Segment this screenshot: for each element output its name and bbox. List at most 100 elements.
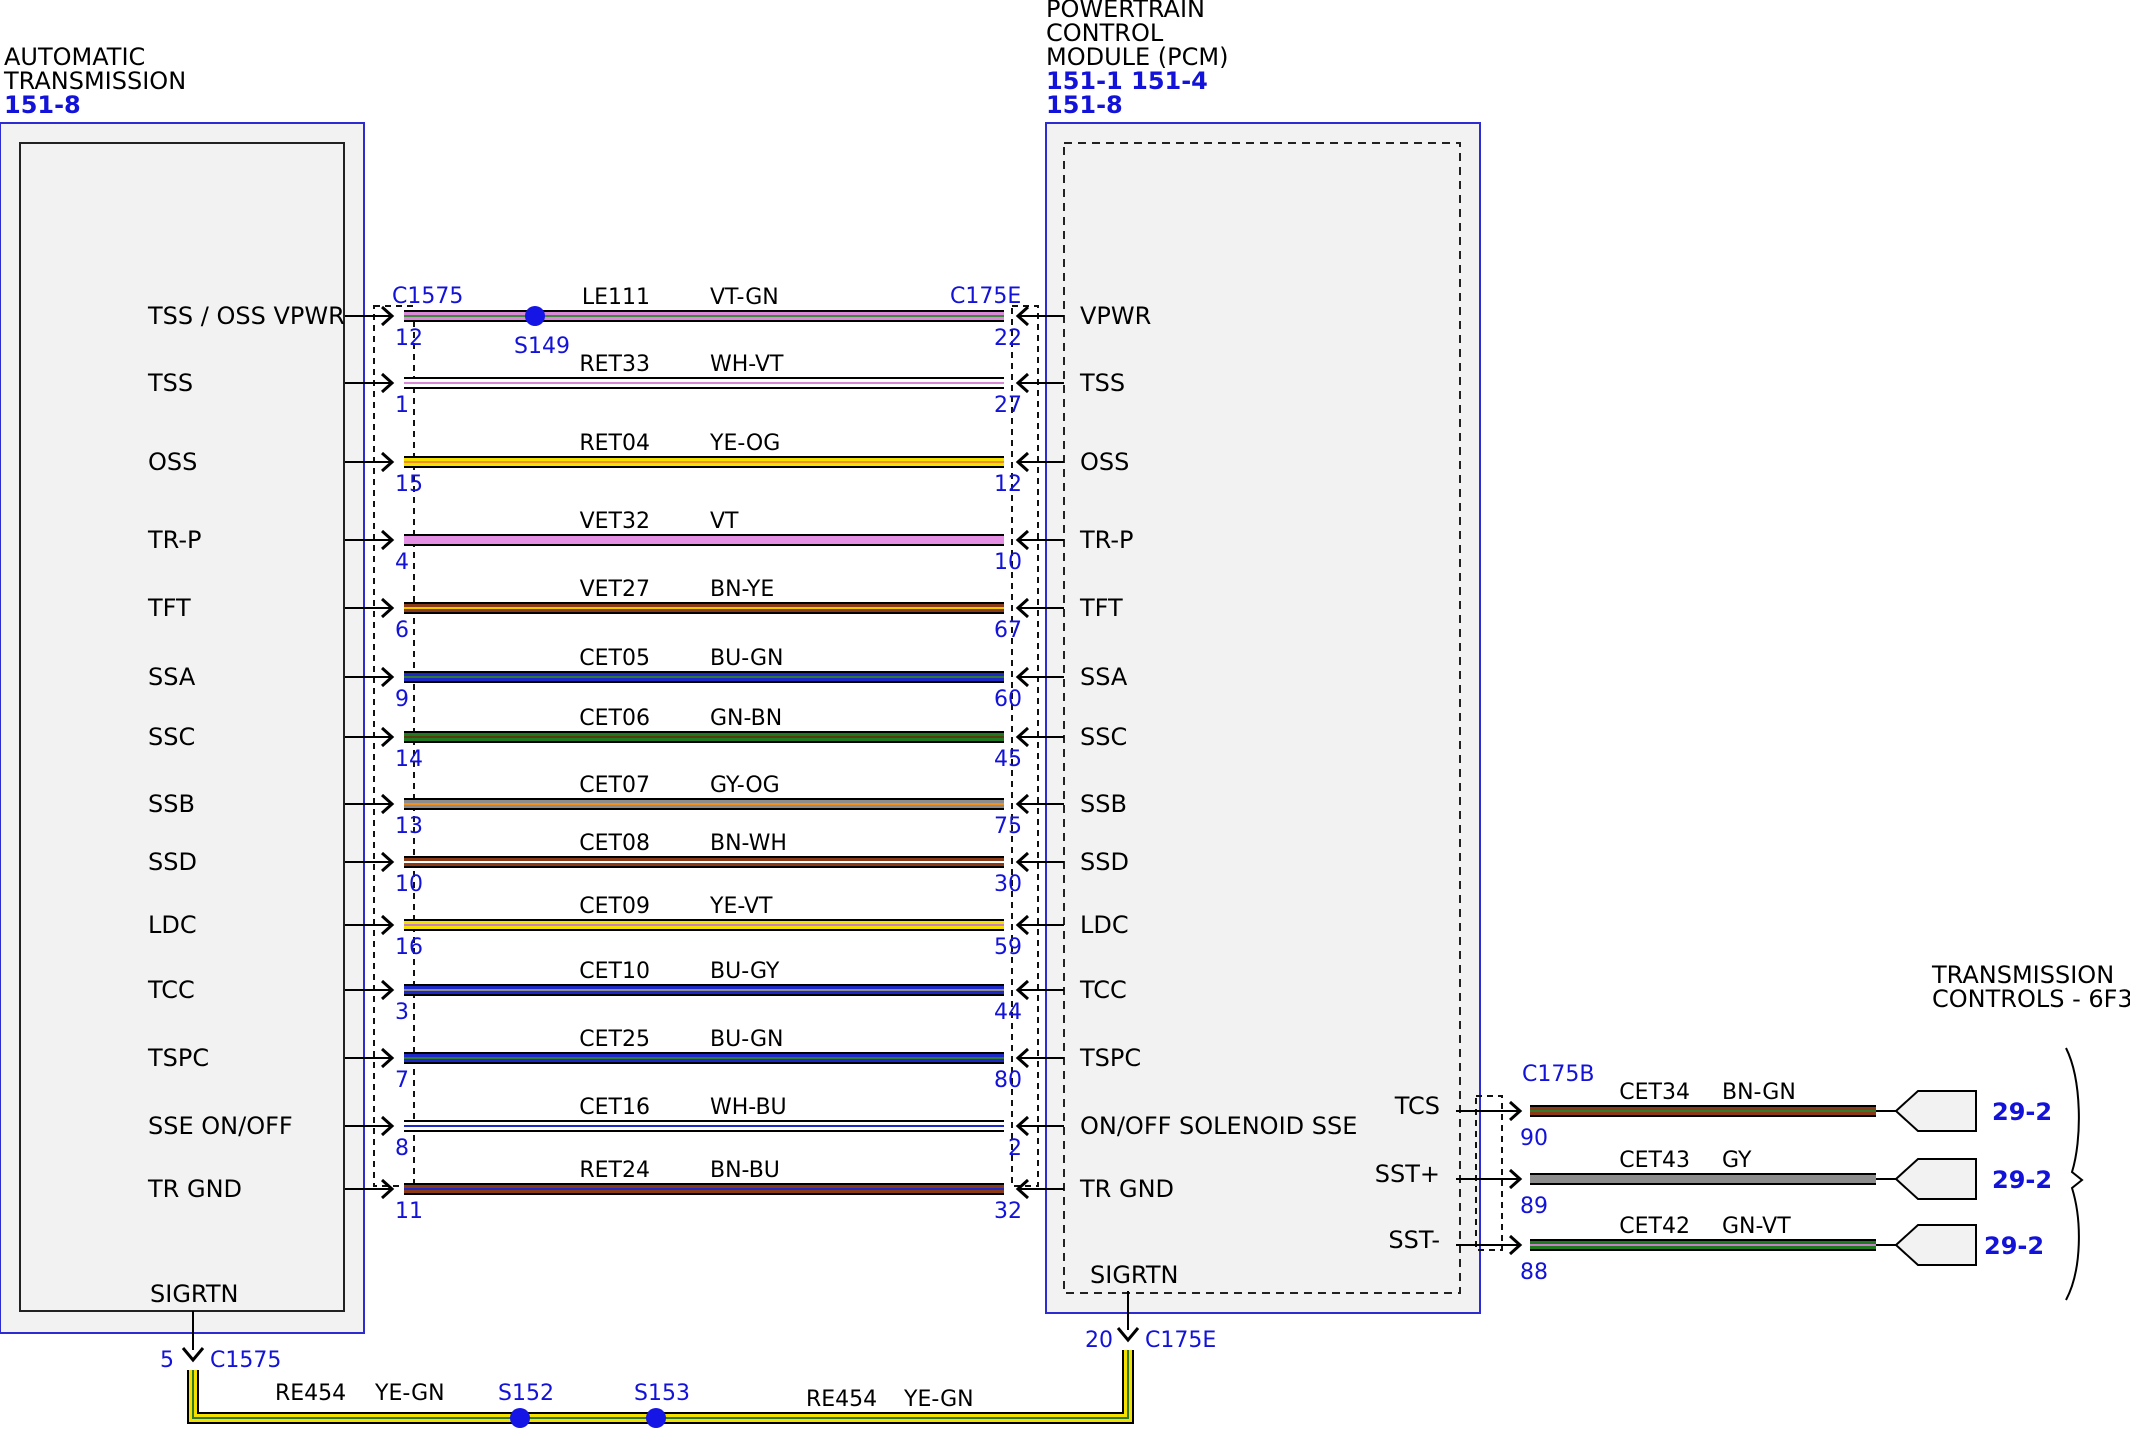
sigrtn-left-connector: C1575 (210, 1348, 281, 1373)
splice-s149-label: S149 (514, 334, 570, 359)
circuit-color-code: WH-BU (710, 1095, 787, 1120)
splice-s153-dot[interactable] (646, 1408, 666, 1428)
circuit-number: CET10 (579, 959, 650, 984)
circuit-number: CET07 (579, 773, 650, 798)
right-pin-label: TFT (1079, 594, 1123, 622)
left-pin-label: TSS / OSS VPWR (147, 302, 345, 330)
left-pin-number: 8 (395, 1136, 409, 1161)
wiring-diagram: AUTOMATIC TRANSMISSION 151-8 POWERTRAIN … (0, 0, 2130, 1428)
sigrtn-color-a: YE-GN (374, 1381, 445, 1406)
right-pin-number: 59 (994, 935, 1022, 960)
right-pin-label: TSPC (1079, 1044, 1141, 1072)
circuit-number: CET06 (579, 706, 650, 731)
left-pin-number: 6 (395, 618, 409, 643)
left-pin-label: TSS (147, 369, 193, 397)
circuit-color-code: BN-YE (710, 577, 774, 602)
left-pin-number: 1 (395, 393, 409, 418)
circuit-number: CET25 (579, 1027, 650, 1052)
tcs-pin-number: 89 (1520, 1194, 1548, 1219)
tcs-circuit-number: CET43 (1619, 1148, 1690, 1173)
circuit-color-code: BN-WH (710, 831, 787, 856)
tcs-pin-label: SST+ (1375, 1160, 1440, 1188)
circuit-color-code: GY-OG (710, 773, 780, 798)
tcs-pin-label: TCS (1394, 1092, 1440, 1120)
left-pin-label: LDC (148, 911, 197, 939)
right-pin-number: 67 (994, 618, 1022, 643)
circuit-number: CET05 (579, 646, 650, 671)
sigrtn-right-pin: 20 (1085, 1328, 1113, 1353)
tcs-circuit-number: CET34 (1619, 1080, 1690, 1105)
right-pin-label: SSA (1080, 663, 1128, 691)
tcs-wire-row: TCS 29-2 90 CET34 BN-GN (1394, 1080, 2052, 1151)
connector-c175b-label: C175B (1522, 1062, 1594, 1087)
left-pin-label: OSS (148, 448, 197, 476)
tcs-reference-link[interactable]: 29-2 (1992, 1166, 2052, 1194)
left-pin-number: 13 (395, 814, 423, 839)
circuit-number: CET08 (579, 831, 650, 856)
right-pin-number: 10 (994, 550, 1022, 575)
tcs-reference-link[interactable]: 29-2 (1992, 1098, 2052, 1126)
right-pin-label: SSB (1080, 790, 1127, 818)
right-pin-label: SSC (1080, 723, 1127, 751)
right-pin-number: 30 (994, 872, 1022, 897)
right-pin-number: 60 (994, 687, 1022, 712)
circuit-number: LE111 (582, 285, 650, 310)
right-pin-number: 44 (994, 1000, 1022, 1025)
right-pin-label: ON/OFF SOLENOID SSE (1080, 1112, 1357, 1140)
left-pin-number: 15 (395, 472, 423, 497)
splice-s152-dot[interactable] (510, 1408, 530, 1428)
pcm-ref-2[interactable]: 151-8 (1046, 91, 1123, 119)
connector-c1575-label: C1575 (392, 284, 463, 309)
left-pin-number: 11 (395, 1199, 423, 1224)
sigrtn-left-pin: 5 (160, 1348, 174, 1373)
circuit-number: CET09 (579, 894, 650, 919)
circuit-color-code: WH-VT (710, 352, 784, 377)
circuit-color-code: BU-GN (710, 646, 783, 671)
tcs-circuit-number: CET42 (1619, 1214, 1690, 1239)
right-pin-number: 75 (994, 814, 1022, 839)
tcs-off-page-connector (1894, 1090, 1977, 1132)
left-pin-number: 14 (395, 747, 423, 772)
right-pin-number: 12 (994, 472, 1022, 497)
circuit-number: RET33 (579, 352, 650, 377)
right-pin-number: 45 (994, 747, 1022, 772)
right-pin-number: 2 (1008, 1136, 1022, 1161)
tcs-pin-number: 90 (1520, 1126, 1548, 1151)
circuit-color-code: YE-VT (709, 894, 773, 919)
group-brace (2065, 1047, 2084, 1301)
sigrtn-color-b: YE-GN (903, 1387, 974, 1412)
left-pin-label: TFT (147, 594, 191, 622)
splice-s152-label: S152 (498, 1381, 554, 1406)
right-pin-label: VPWR (1080, 302, 1151, 330)
left-pin-label: SSE ON/OFF (148, 1112, 293, 1140)
circuit-color-code: YE-OG (709, 431, 780, 456)
left-pin-number: 10 (395, 872, 423, 897)
tcs-reference-link[interactable]: 29-2 (1984, 1232, 2044, 1260)
circuit-number: VET27 (580, 577, 650, 602)
circuit-color-code: VT-GN (710, 285, 779, 310)
right-pin-number: 32 (994, 1199, 1022, 1224)
tcs-color-code: BN-GN (1722, 1080, 1796, 1105)
splice-s149-dot[interactable] (525, 306, 545, 326)
left-pin-number: 16 (395, 935, 423, 960)
tcs-off-page-connector (1894, 1224, 1977, 1266)
tcs-off-page-connector (1894, 1158, 1977, 1200)
left-pin-number: 3 (395, 1000, 409, 1025)
left-pin-label: TR GND (147, 1175, 242, 1203)
circuit-color-code: VT (710, 509, 739, 534)
connector-c175e-label: C175E (950, 284, 1021, 309)
sigrtn-circuit-b: RE454 (806, 1387, 877, 1412)
circuit-color-code: BU-GN (710, 1027, 783, 1052)
circuit-color-code: BN-BU (710, 1158, 780, 1183)
left-pin-label: TCC (147, 976, 195, 1004)
circuit-color-code: GN-BN (710, 706, 782, 731)
sigrtn-right-connector: C175E (1145, 1328, 1216, 1353)
right-pin-label: LDC (1080, 911, 1129, 939)
left-pin-number: 7 (395, 1068, 409, 1093)
left-module-ref[interactable]: 151-8 (4, 91, 81, 119)
right-pin-label: TR GND (1079, 1175, 1174, 1203)
right-pin-number: 22 (994, 326, 1022, 351)
right-pin-label: SSD (1080, 848, 1129, 876)
sigrtn-right-label: SIGRTN (1090, 1261, 1178, 1289)
far-title-2: CONTROLS - 6F35 (1932, 985, 2130, 1013)
